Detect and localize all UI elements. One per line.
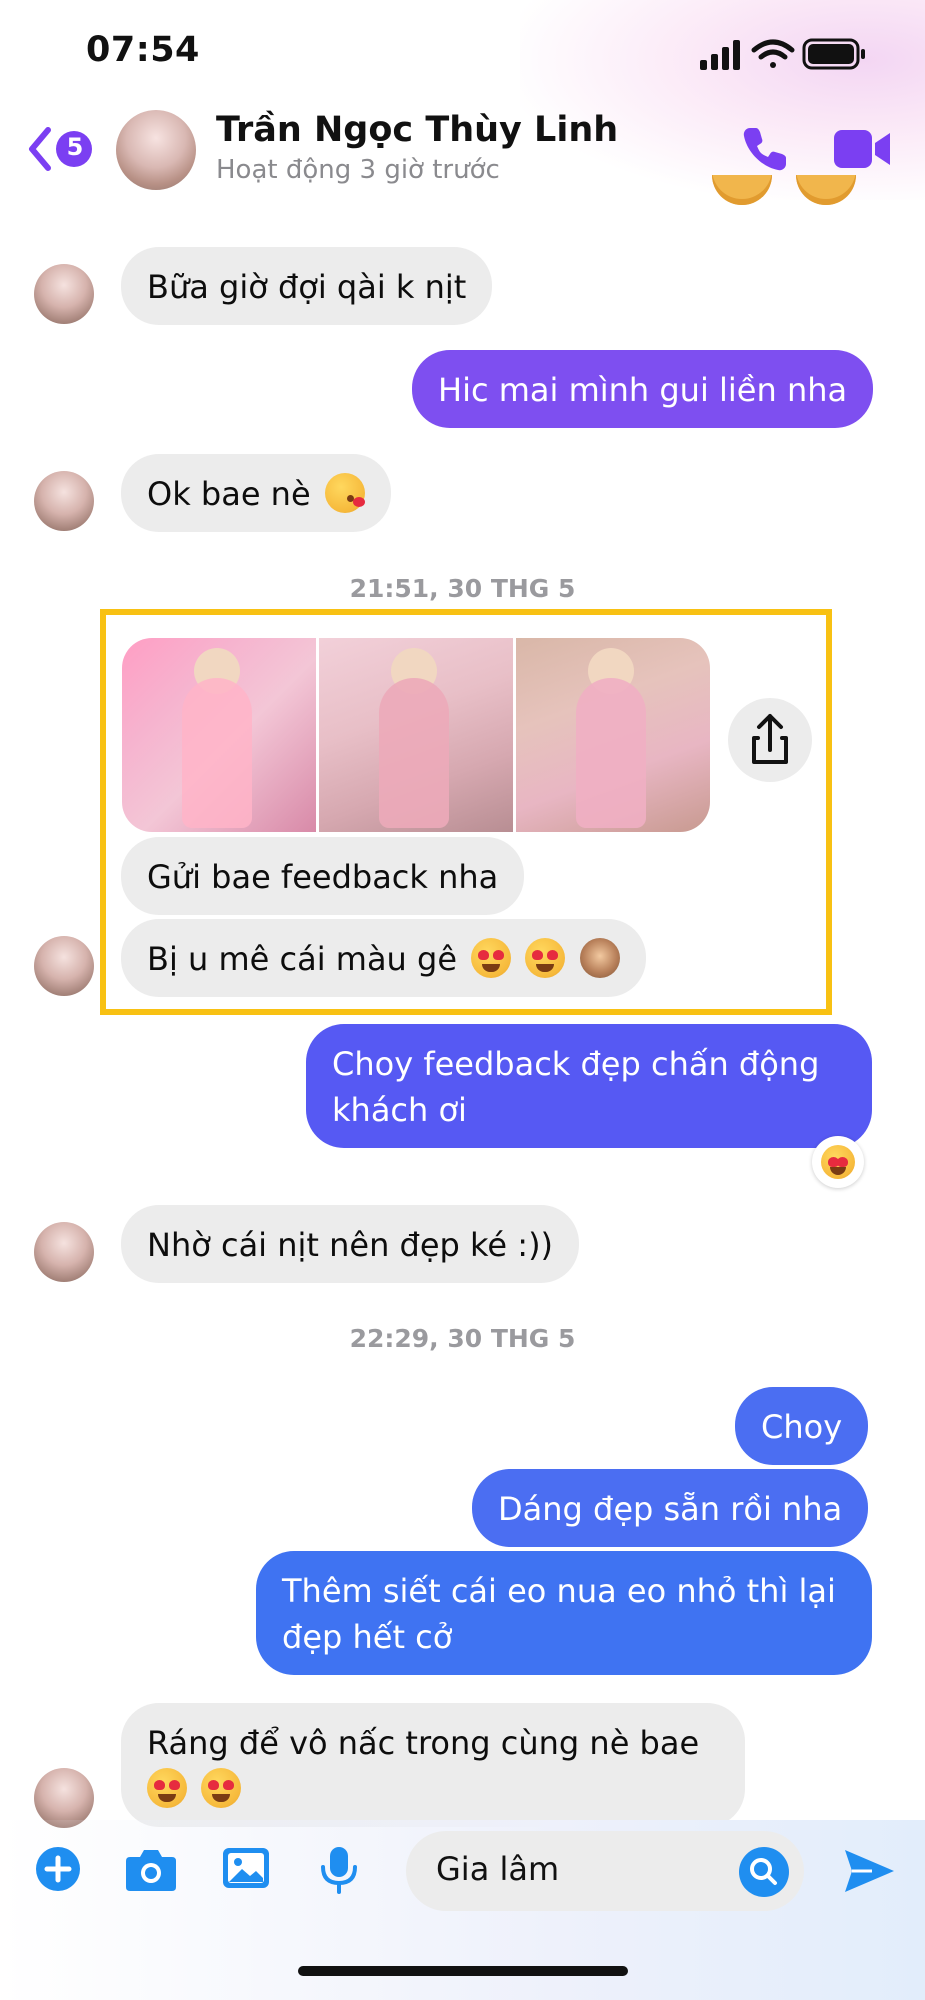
photo-attachment[interactable] [122,638,316,832]
message-bubble[interactable]: Hic mai mình gui liền nha [412,350,874,428]
message-bubble[interactable]: Gửi bae feedback nha [121,837,525,915]
smiling-face-with-hearts-icon [821,1145,855,1179]
message-text: Bị u mê cái màu gê [147,940,457,978]
sender-avatar [34,1768,94,1828]
heart-eyes-emoji-icon [471,938,512,978]
sender-avatar [34,471,94,531]
send-icon[interactable] [842,1846,896,1896]
status-time: 07:54 [86,30,200,70]
search-icon [750,1858,777,1885]
message-bubble[interactable]: Choy feedback đẹp chấn động khách ơi [306,1024,872,1148]
message-text: Bữa giờ đợi qài k nịt [147,268,467,306]
signal-icon [700,40,740,70]
plus-icon[interactable] [34,1845,82,1893]
message-text: Dáng đẹp sẵn rồi nha [498,1490,843,1528]
sender-avatar [34,1222,94,1282]
search-button[interactable] [739,1847,789,1897]
message-bubble[interactable]: Choy [735,1387,869,1465]
camera-icon[interactable] [124,1845,178,1893]
emoji-fragment [796,175,856,205]
message-bubble[interactable]: Ok bae nè [121,454,391,532]
sender-avatar [34,936,94,996]
share-icon [752,714,788,764]
emoji-fragment [712,175,772,205]
video-call-icon[interactable] [832,126,892,172]
message-input-text[interactable]: Gia lâm [436,1850,559,1888]
photo-gallery-icon[interactable] [220,1845,272,1893]
phone-icon[interactable] [740,124,790,174]
message-text: khách ơi [332,1091,467,1129]
chevron-left-icon [29,127,92,171]
message-text: Nhờ cái nịt nên đẹp ké :)) [147,1226,554,1264]
timestamp: 22:29, 30 THG 5 [349,1324,576,1353]
message-bubble[interactable]: Thêm siết cái eo nua eo nhỏ thì lại đẹp … [256,1551,872,1675]
wifi-icon [751,39,795,68]
activity-status: Hoạt động 3 giờ trước [216,155,500,185]
message-text: Ráng để vô nấc trong cùng nè bae [147,1724,700,1762]
timestamp: 21:51, 30 THG 5 [349,574,576,603]
message-bubble[interactable]: Nhờ cái nịt nên đẹp ké :)) [121,1205,580,1283]
share-button[interactable] [728,698,812,782]
message-text: Choy feedback đẹp chấn động [332,1045,820,1083]
message-bubble[interactable]: Bữa giờ đợi qài k nịt [121,247,493,325]
microphone-icon[interactable] [318,1845,360,1895]
battery-icon [802,38,865,70]
message-text: Gửi bae feedback nha [147,858,499,896]
message-bubble[interactable]: Bị u mê cái màu gê [121,919,646,997]
photo-attachment[interactable] [319,638,513,832]
heart-eyes-emoji-icon [525,938,566,978]
heart-eyes-emoji-icon [147,1768,187,1808]
reaction-badge[interactable] [812,1136,864,1188]
contact-avatar[interactable] [116,110,196,190]
message-text: Hic mai mình gui liền nha [438,371,848,409]
status-icons [700,38,865,70]
message-text: Thêm siết cái eo nua eo nhỏ thì lại [282,1572,836,1610]
back-button[interactable]: 5 [26,124,96,174]
message-text: Ok bae nè [147,475,311,513]
sender-avatar [34,264,94,324]
contact-name[interactable]: Trần Ngọc Thùy Linh [216,110,618,150]
message-text: đẹp hết cở [282,1618,453,1656]
heart-eyes-emoji-icon [201,1768,242,1808]
see-no-evil-monkey-emoji-icon [579,938,620,978]
unread-badge: 5 [66,133,84,161]
home-indicator [298,1966,628,1976]
message-bubble[interactable]: Dáng đẹp sẵn rồi nha [472,1469,869,1547]
kissing-heart-emoji-icon [324,473,365,513]
message-text: Choy [761,1408,843,1446]
photo-attachment[interactable] [516,638,710,832]
message-bubble[interactable]: Ráng để vô nấc trong cùng nè bae [121,1703,745,1827]
